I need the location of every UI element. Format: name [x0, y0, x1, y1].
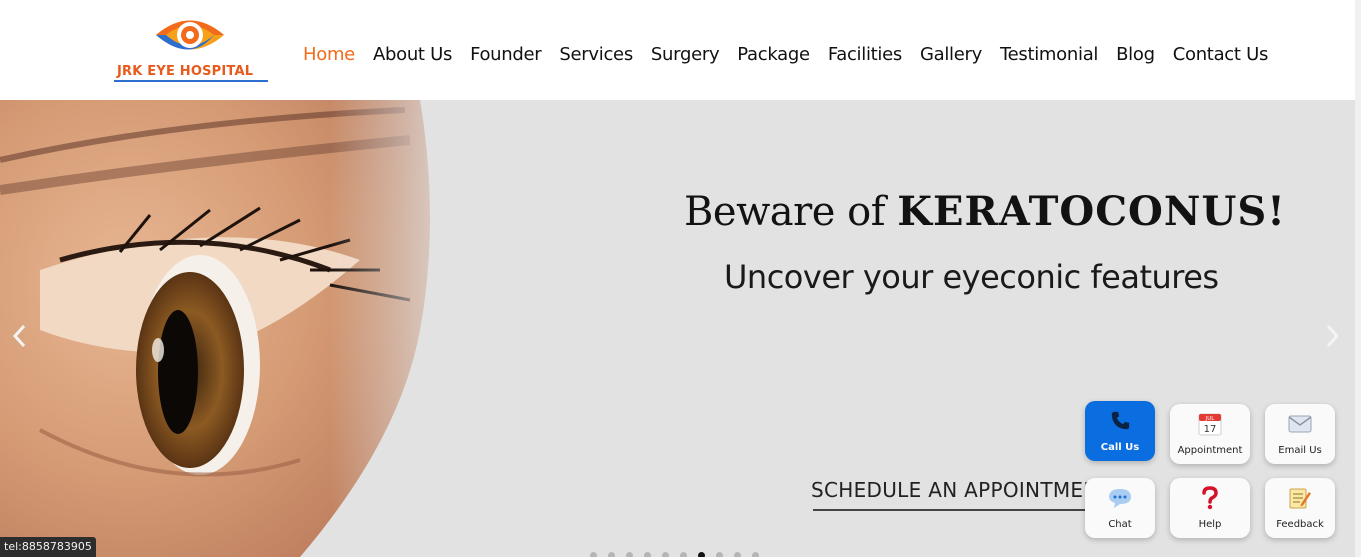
- cta-underline: [813, 509, 1087, 511]
- appointment-label: Appointment: [1177, 445, 1243, 456]
- main-nav: Home About Us Founder Services Surgery P…: [303, 44, 1268, 70]
- nav-home[interactable]: Home: [303, 44, 355, 70]
- envelope-icon: [1265, 412, 1335, 436]
- phone-icon: [1085, 409, 1155, 433]
- notepad-pencil-icon: [1265, 486, 1335, 510]
- chat-bubble-icon: [1085, 486, 1155, 510]
- call-us-button[interactable]: Call Us: [1085, 401, 1155, 461]
- nav-blog[interactable]: Blog: [1116, 44, 1155, 70]
- chat-label: Chat: [1108, 519, 1132, 530]
- calendar-month: JUL: [1205, 416, 1216, 422]
- nav-gallery[interactable]: Gallery: [920, 44, 982, 70]
- headline-prefix: Beware of: [684, 189, 898, 235]
- brand-underline: [114, 80, 268, 82]
- carousel-dot[interactable]: [590, 552, 597, 557]
- nav-contact-us[interactable]: Contact Us: [1173, 44, 1269, 70]
- page-scrollbar[interactable]: [1355, 0, 1361, 557]
- eye-closeup-image: [0, 100, 470, 557]
- nav-facilities[interactable]: Facilities: [828, 44, 902, 70]
- chevron-right-icon[interactable]: [1322, 322, 1342, 350]
- site-header: JRK EYE HOSPITAL Home About Us Founder S…: [0, 0, 1361, 100]
- carousel-dot[interactable]: [734, 552, 741, 557]
- nav-services[interactable]: Services: [559, 44, 633, 70]
- carousel-dot-active[interactable]: [698, 552, 705, 557]
- email-us-label: Email Us: [1278, 445, 1322, 456]
- hero-subline: Uncover your eyeconic features: [724, 258, 1219, 296]
- email-us-button[interactable]: Email Us: [1265, 404, 1335, 464]
- help-label: Help: [1198, 519, 1222, 530]
- appointment-button[interactable]: JUL 17 Appointment: [1170, 404, 1250, 464]
- headline-emphasis: KERATOCONUS!: [897, 188, 1286, 235]
- carousel-dot[interactable]: [752, 552, 759, 557]
- nav-testimonial[interactable]: Testimonial: [1000, 44, 1098, 70]
- calendar-day: 17: [1204, 424, 1217, 435]
- nav-about-us[interactable]: About Us: [373, 44, 452, 70]
- carousel-dot[interactable]: [716, 552, 723, 557]
- nav-surgery[interactable]: Surgery: [651, 44, 720, 70]
- carousel-dot[interactable]: [626, 552, 633, 557]
- brand-name: JRK EYE HOSPITAL: [117, 64, 254, 79]
- question-mark-icon: [1170, 486, 1250, 510]
- carousel-indicators: [590, 552, 759, 557]
- nav-founder[interactable]: Founder: [470, 44, 542, 70]
- nav-package[interactable]: Package: [737, 44, 810, 70]
- chat-button[interactable]: Chat: [1085, 478, 1155, 538]
- calendar-icon: JUL 17: [1170, 412, 1250, 436]
- carousel-dot[interactable]: [680, 552, 687, 557]
- carousel-dot[interactable]: [662, 552, 669, 557]
- eye-logo-icon: [156, 20, 224, 50]
- chevron-left-icon[interactable]: [10, 322, 30, 350]
- carousel-dot[interactable]: [608, 552, 615, 557]
- status-bar-link-preview: tel:8858783905: [0, 537, 96, 557]
- hero-headline: Beware of KERATOCONUS!: [684, 188, 1286, 235]
- call-us-label: Call Us: [1100, 442, 1140, 453]
- feedback-label: Feedback: [1276, 519, 1324, 530]
- schedule-appointment-link[interactable]: SCHEDULE AN APPOINTMENT: [811, 478, 1087, 502]
- site-logo[interactable]: JRK EYE HOSPITAL: [114, 12, 274, 84]
- help-button[interactable]: Help: [1170, 478, 1250, 538]
- feedback-button[interactable]: Feedback: [1265, 478, 1335, 538]
- carousel-dot[interactable]: [644, 552, 651, 557]
